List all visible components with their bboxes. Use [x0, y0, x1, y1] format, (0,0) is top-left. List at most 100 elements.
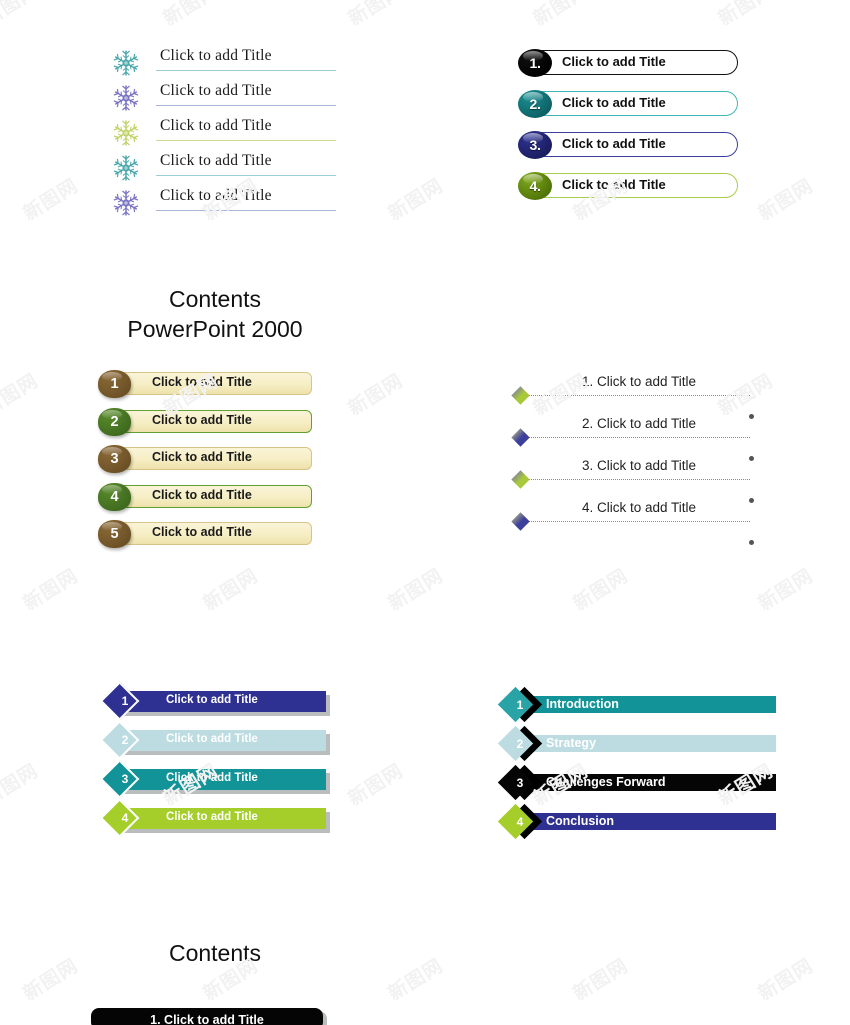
list-item[interactable]: 4 Conclusion	[497, 803, 792, 851]
watermark-text: 新图网	[754, 564, 818, 616]
list-item-label: Click to add Title	[166, 733, 258, 745]
list-item[interactable]: 5 Click to add Title	[98, 520, 358, 560]
number-badge: 4	[98, 482, 131, 511]
snowflake-icon	[112, 154, 140, 182]
watermark-text: 新图网	[344, 759, 408, 811]
number-badge-text: 2.	[529, 96, 541, 112]
snowflake-icon	[112, 84, 140, 112]
list-item[interactable]: 3 Challenges Forward	[497, 764, 792, 812]
list-item[interactable]: 4. Click to add Title	[511, 500, 764, 545]
snowflake-icon	[112, 49, 140, 77]
watermark-text: 新图网	[569, 564, 633, 616]
watermark-text: 新图网	[384, 564, 448, 616]
number-badge-text: 4	[516, 815, 524, 829]
page-title-line2: PowerPoint 2000	[127, 316, 303, 342]
list-item[interactable]: 2 Click to add Title	[98, 407, 358, 448]
number-badge-text: 1	[516, 698, 524, 712]
number-badge-text: 1	[121, 694, 129, 708]
list-item[interactable]: 2 Click to add Title	[102, 721, 348, 768]
watermark-text: 新图网	[714, 0, 778, 31]
list-item[interactable]: 4 Click to add Title	[102, 799, 348, 846]
watermark-text: 新图网	[19, 564, 83, 616]
list-item[interactable]: Click to add Title	[112, 80, 412, 115]
watermark-text: 新图网	[529, 0, 593, 31]
bottom-bar[interactable]: 1. Click to add Title	[91, 1008, 323, 1025]
list-item-label: Conclusion	[546, 814, 615, 828]
number-badge-text: 4	[110, 488, 119, 505]
list-item[interactable]: 1 Click to add Title	[98, 370, 358, 410]
list-item[interactable]: 1. Click to add Title	[511, 374, 764, 419]
dotted-leader	[528, 479, 754, 503]
cream-pill-list: 1 Click to add Title 2 Click to add Titl…	[98, 370, 358, 560]
list-item[interactable]: 3. Click to add Title	[518, 131, 818, 173]
list-item[interactable]: 1 Introduction	[497, 686, 792, 734]
list-item[interactable]: Click to add Title	[112, 45, 412, 80]
snowflake-icon	[112, 119, 140, 147]
list-item[interactable]: 2. Click to add Title	[511, 416, 764, 461]
underline-rule	[156, 175, 336, 176]
list-item[interactable]: 1 Click to add Title	[102, 682, 348, 729]
number-badge-text: 5	[110, 526, 119, 542]
underline-rule	[156, 105, 336, 106]
leader-end-dot	[749, 540, 754, 545]
page-title: Contents PowerPoint 2000	[60, 284, 370, 344]
list-item[interactable]: 3 Click to add Title	[102, 760, 348, 807]
dotted-leader-list: 1. Click to add Title 2. Click to add Ti…	[511, 374, 764, 545]
number-badge: 1	[98, 370, 131, 398]
list-item-label: 3. Click to add Title	[581, 458, 697, 473]
watermark-text: 新图网	[199, 564, 263, 616]
list-item-label: Click to add Title	[562, 136, 666, 151]
list-item[interactable]: 4 Click to add Title	[98, 482, 358, 523]
list-item-label: Click to add Title	[152, 375, 252, 389]
list-item-label: Click to add Title	[160, 152, 272, 169]
watermark-text: 新图网	[159, 0, 223, 31]
list-item-label: Click to add Title	[160, 47, 272, 64]
watermark-text: 新图网	[19, 174, 83, 226]
list-item[interactable]: 3 Click to add Title	[98, 445, 358, 485]
number-badge-text: 3	[121, 772, 129, 786]
glossy-pill-list: 1. Click to add Title 2. Click to add Ti…	[518, 49, 818, 214]
list-item-label: Click to add Title	[562, 177, 666, 192]
number-badge-text: 1.	[529, 55, 541, 71]
list-item[interactable]: 2 Strategy	[497, 725, 792, 773]
list-item-label: Introduction	[546, 697, 619, 711]
underline-rule	[156, 70, 336, 71]
number-badge-text: 4	[121, 811, 129, 825]
arrow-bar-list-left: 1 Click to add Title 2 Click to add Titl…	[102, 682, 348, 846]
number-badge-text: 2	[121, 733, 129, 747]
list-item-label: Click to add Title	[152, 450, 252, 464]
dotted-leader	[528, 521, 754, 545]
number-badge-text: 3.	[529, 137, 541, 153]
list-item-label: Click to add Title	[152, 487, 252, 502]
number-badge: 3.	[518, 131, 552, 159]
list-item[interactable]: 4. Click to add Title	[518, 172, 818, 214]
list-item[interactable]: Click to add Title	[112, 150, 412, 185]
list-item-label: Click to add Title	[562, 95, 666, 110]
list-item[interactable]: 2. Click to add Title	[518, 90, 818, 132]
list-item-label: Click to add Title	[160, 82, 272, 99]
list-item-label: Click to add Title	[152, 525, 252, 539]
number-badge-text: 3	[110, 451, 119, 467]
list-item-label: 2. Click to add Title	[581, 416, 697, 431]
number-badge: 4.	[518, 172, 552, 200]
arrow-bar-list-right: 1 Introduction 2 Strategy 3 Challenges F…	[497, 686, 792, 851]
watermark-text: 新图网	[0, 759, 43, 811]
watermark-text: 新图网	[754, 954, 818, 1006]
slide-canvas: Click to add Title Click to add Title Cl…	[0, 0, 850, 1025]
list-item[interactable]: 1. Click to add Title	[518, 49, 818, 91]
list-item[interactable]: Click to add Title	[112, 115, 412, 150]
diamond-marker-icon	[511, 470, 530, 489]
number-badge: 2	[98, 407, 131, 436]
bottom-page-title: Contents	[168, 940, 262, 966]
list-item-label: Click to add Title	[562, 54, 666, 69]
list-item[interactable]: Click to add Title	[112, 185, 412, 220]
bottom-bar-label: 1. Click to add Title	[150, 1013, 264, 1025]
list-item-label: Challenges Forward	[546, 775, 666, 789]
list-item[interactable]: 3. Click to add Title	[511, 458, 764, 503]
number-badge-text: 2	[516, 737, 524, 751]
list-item-label: Strategy	[546, 736, 597, 750]
list-item-label: 1. Click to add Title	[581, 374, 697, 389]
underline-rule	[156, 210, 336, 211]
list-item-label: Click to add Title	[166, 694, 258, 706]
list-item-label: Click to add Title	[152, 412, 252, 427]
